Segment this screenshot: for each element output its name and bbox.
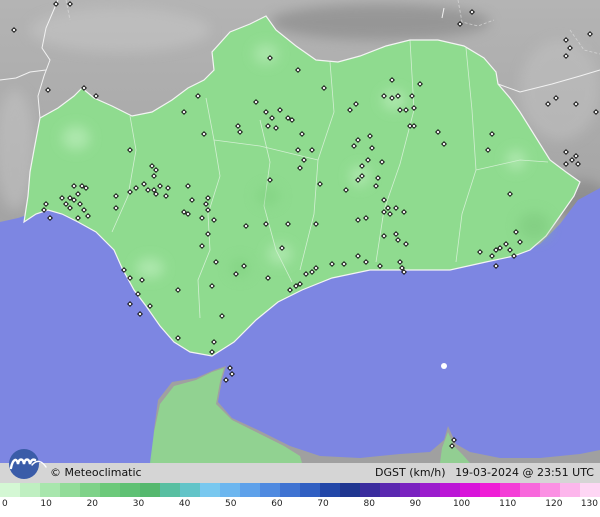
legend-swatch	[560, 483, 580, 497]
legend-swatch	[220, 483, 240, 497]
legend-swatch	[360, 483, 380, 497]
legend-swatch	[100, 483, 120, 497]
legend-swatch	[500, 483, 520, 497]
legend-swatch	[20, 483, 40, 497]
legend-swatch	[200, 483, 220, 497]
legend-swatch	[40, 483, 60, 497]
legend-tick-label: 60	[271, 499, 283, 509]
color-legend: 0 10 20 30 40 50 60 70 80 90 100 110 120 130	[0, 483, 600, 517]
legend-tick-label: 0	[2, 499, 8, 509]
legend-tick-label: 120	[545, 499, 563, 509]
wind-gust-map: © Meteoclimatic DGST (km/h) 19-03-2024 @…	[0, 0, 600, 517]
legend-tick-label: 90	[409, 499, 422, 509]
legend-tick-label: 20	[86, 499, 99, 509]
legend-swatch	[160, 483, 180, 497]
legend-tick-label: 40	[178, 499, 191, 509]
legend-color-scale	[0, 483, 600, 497]
legend-swatch	[420, 483, 440, 497]
legend-swatch	[320, 483, 340, 497]
timestamp: 19-03-2024 @ 23:51 UTC	[455, 466, 594, 479]
meteoclimatic-logo	[9, 449, 47, 479]
legend-swatch	[120, 483, 140, 497]
legend-swatch	[280, 483, 300, 497]
legend-tick-label: 110	[499, 499, 517, 509]
legend-swatch	[340, 483, 360, 497]
legend-swatch	[380, 483, 400, 497]
island-marker	[441, 363, 447, 369]
legend-swatch	[300, 483, 320, 497]
map-caption: DGST (km/h) 19-03-2024 @ 23:51 UTC	[375, 466, 594, 479]
map-canvas	[0, 0, 600, 517]
legend-swatch	[140, 483, 160, 497]
legend-swatch	[60, 483, 80, 497]
legend-swatch	[260, 483, 280, 497]
legend-tick-label: 10	[40, 499, 52, 509]
legend-tick-label: 80	[363, 499, 375, 509]
legend-swatch	[0, 483, 20, 497]
legend-tick-label: 70	[317, 499, 329, 509]
legend-swatch	[520, 483, 540, 497]
legend-swatch	[240, 483, 260, 497]
legend-swatch	[80, 483, 100, 497]
legend-tick-label: 50	[225, 499, 237, 509]
legend-swatch	[580, 483, 600, 497]
legend-tick-label: 100	[452, 499, 471, 509]
legend-swatch	[460, 483, 480, 497]
legend-tick-label: 30	[132, 499, 145, 509]
credit-text: © Meteoclimatic	[50, 466, 142, 479]
legend-swatch	[400, 483, 420, 497]
legend-tick-label: 130	[580, 499, 598, 509]
variable-label: DGST (km/h)	[375, 466, 446, 479]
legend-swatch	[480, 483, 500, 497]
legend-swatch	[180, 483, 200, 497]
legend-swatch	[540, 483, 560, 497]
legend-swatch	[440, 483, 460, 497]
